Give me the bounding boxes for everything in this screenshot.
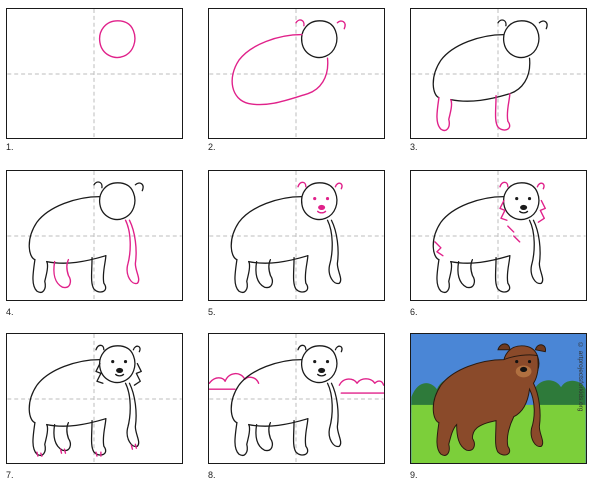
step-7-number: 7. [6, 470, 14, 480]
step-8-drawing [209, 334, 384, 463]
step-6-drawing [411, 171, 586, 300]
step-6-panel [410, 170, 587, 301]
step-5-number: 5. [208, 307, 216, 317]
step-3-drawing [411, 9, 586, 138]
step-1-drawing [7, 9, 182, 138]
step-1-number: 1. [6, 142, 14, 152]
step-5-drawing [209, 171, 384, 300]
step-3-panel [410, 8, 587, 139]
step-9-panel: © artprojectsforkids.org [410, 333, 587, 464]
step-8-number: 8. [208, 470, 216, 480]
step-9-number: 9. [410, 470, 418, 480]
step-4-panel [6, 170, 183, 301]
step-2-drawing [209, 9, 384, 138]
step-9-colored-drawing [411, 334, 586, 463]
step-8-panel [208, 333, 385, 464]
step-5-panel [208, 170, 385, 301]
step-2-panel [208, 8, 385, 139]
step-3-number: 3. [410, 142, 418, 152]
step-7-panel [6, 333, 183, 464]
step-2-number: 2. [208, 142, 216, 152]
step-1-panel [6, 8, 183, 139]
step-4-number: 4. [6, 307, 14, 317]
step-7-drawing [7, 334, 182, 463]
step-4-drawing [7, 171, 182, 300]
watermark: © artprojectsforkids.org [577, 342, 584, 412]
step-6-number: 6. [410, 307, 418, 317]
